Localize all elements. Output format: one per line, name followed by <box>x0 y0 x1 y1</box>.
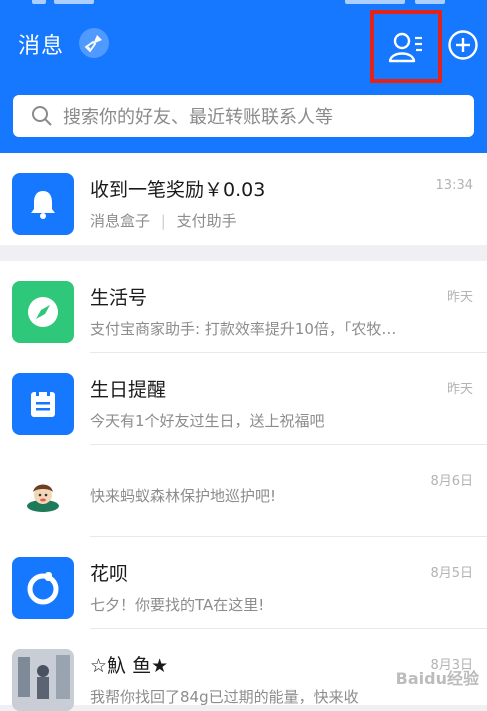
message-subtitle: 消息盒子 | 支付助手 <box>90 210 237 231</box>
message-source-2: 支付助手 <box>176 212 237 230</box>
message-title: 花呗 <box>90 563 129 585</box>
message-subtitle: 支付宝商家助手: 打款效率提升10倍，「农牧… <box>90 320 397 338</box>
message-time: 昨天 <box>446 290 473 305</box>
message-subtitle: 我帮你找回了84g已过期的能量，快来收 <box>90 688 359 706</box>
plus-circle-icon <box>448 30 478 60</box>
huabei-icon <box>12 557 74 619</box>
calendar-icon <box>12 373 74 435</box>
message-title: 生活号 <box>90 287 148 309</box>
message-title: 生日提醒 <box>90 379 167 401</box>
list-item[interactable]: 快来蚂蚁森林保护地巡护吧! 8月6日 <box>0 445 487 537</box>
message-title: 收到一笔奖励￥0.03 <box>90 179 266 201</box>
list-item[interactable]: 生日提醒 今天有1个好友过生日，送上祝福吧 昨天 <box>0 353 487 445</box>
message-title: ☆魞 鱼★ <box>90 655 169 677</box>
watermark: Baidu经验 <box>395 669 479 688</box>
add-button[interactable] <box>447 29 479 61</box>
bell-icon <box>12 173 74 235</box>
list-item[interactable]: 生活号 支付宝商家助手: 打款效率提升10倍，「农牧… 昨天 <box>0 261 487 353</box>
list-item[interactable]: 花呗 七夕！你要找的TA在这里! 8月5日 <box>0 537 487 629</box>
message-list: 收到一笔奖励￥0.03 消息盒子 | 支付助手 13:34 生活号 支付宝商家助… <box>0 153 487 711</box>
contacts-button[interactable] <box>370 10 442 83</box>
search-input[interactable]: 搜索你的好友、最近转账联系人等 <box>13 95 474 137</box>
clean-button[interactable] <box>79 28 109 58</box>
message-subtitle: 今天有1个好友过生日，送上祝福吧 <box>90 412 325 430</box>
list-item[interactable]: 收到一笔奖励￥0.03 消息盒子 | 支付助手 13:34 <box>0 153 487 245</box>
message-time: 8月6日 <box>430 474 473 489</box>
search-placeholder: 搜索你的好友、最近转账联系人等 <box>63 107 333 128</box>
page-title: 消息 <box>18 34 65 59</box>
status-bar <box>0 0 487 8</box>
photo-avatar <box>12 649 74 711</box>
message-time: 昨天 <box>446 382 473 397</box>
search-icon <box>32 106 52 126</box>
divider: | <box>160 212 166 230</box>
message-subtitle: 七夕！你要找的TA在这里! <box>90 596 265 614</box>
contacts-icon <box>388 32 422 62</box>
forest-character-icon <box>12 465 74 527</box>
message-time: 8月5日 <box>430 566 473 581</box>
top-header: 消息 搜索你的好友、最近转账联系人等 <box>0 0 487 153</box>
compass-icon <box>12 281 74 343</box>
message-source: 消息盒子 <box>90 212 151 230</box>
broom-icon <box>84 35 102 53</box>
message-subtitle: 快来蚂蚁森林保护地巡护吧! <box>90 487 277 505</box>
message-time: 13:34 <box>435 178 473 193</box>
